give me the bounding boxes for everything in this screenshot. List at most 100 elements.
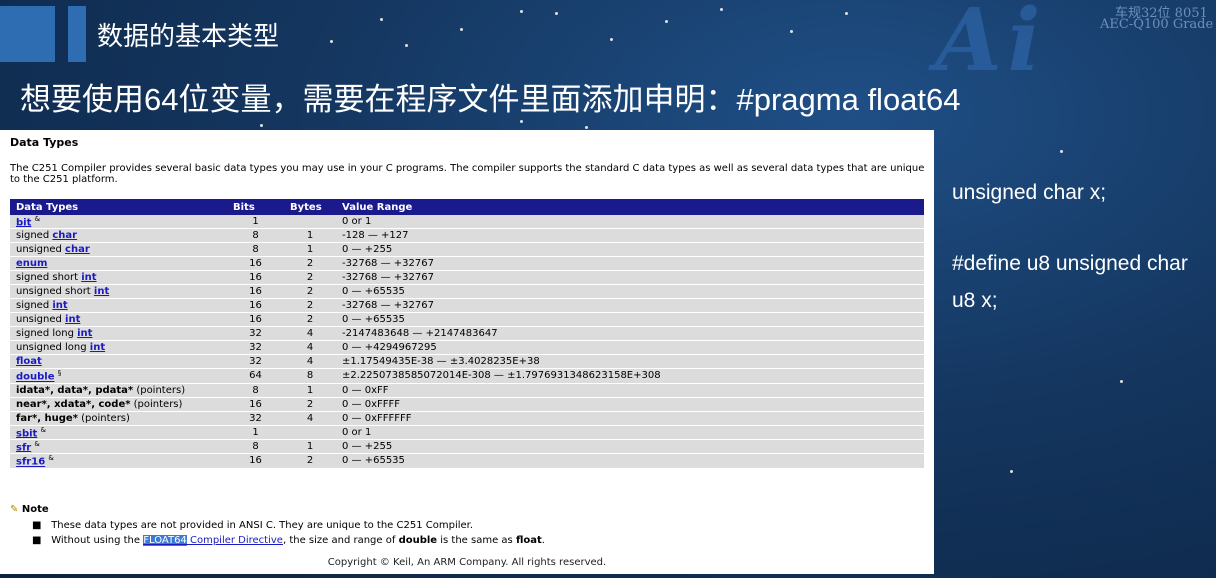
type-prefix: signed short <box>16 272 82 284</box>
type-bold: far*, huge* <box>16 412 78 424</box>
note2-pre: Without using the <box>51 535 144 546</box>
type-link[interactable]: enum <box>16 258 47 269</box>
cell-value-range: 0 — +65535 <box>336 284 924 300</box>
note-icon: ✎ <box>10 504 19 515</box>
cell-bytes <box>284 215 336 230</box>
star-decoration <box>330 40 333 43</box>
cell-bits: 1 <box>227 425 284 440</box>
note2-mid: , the size and range of <box>282 535 399 546</box>
cell-bytes: 8 <box>284 368 336 384</box>
star-decoration <box>1010 470 1013 473</box>
cell-bytes: 4 <box>284 411 336 426</box>
code-line-2: #define u8 unsigned char <box>952 252 1188 275</box>
cell-bytes: 2 <box>284 284 336 300</box>
data-types-table: Data Types Bits Bytes Value Range bit & 1… <box>10 199 924 469</box>
cell-bytes: 2 <box>284 256 336 272</box>
cell-value-range: ±1.17549435E-38 — ±3.4028235E+38 <box>336 354 924 370</box>
star-decoration <box>1120 380 1123 383</box>
type-link[interactable]: int <box>77 328 92 339</box>
table-header-row: Data Types Bits Bytes Value Range <box>10 199 924 215</box>
cell-bits: 16 <box>227 256 284 272</box>
cell-value-range: 0 — 0xFF <box>336 383 924 398</box>
cell-bytes: 1 <box>284 383 336 398</box>
cell-bits: 1 <box>227 215 284 230</box>
cell-data-type: double § <box>10 368 227 384</box>
table-row: signed char 8 1 -128 — +127 <box>10 228 924 244</box>
star-decoration <box>555 12 558 15</box>
cell-value-range: 0 — 0xFFFFFF <box>336 411 924 426</box>
cell-bits: 32 <box>227 411 284 426</box>
note2-float: float <box>515 535 542 546</box>
table-row: unsigned char 8 1 0 — +255 <box>10 242 924 258</box>
type-link[interactable]: int <box>94 286 109 297</box>
col-header-value-range: Value Range <box>336 199 924 215</box>
cell-data-type: unsigned short int <box>10 284 227 300</box>
type-link[interactable]: float <box>16 356 42 367</box>
cell-bytes: 2 <box>284 453 336 469</box>
cell-data-type: enum <box>10 256 227 272</box>
cell-data-type: sbit & <box>10 425 227 440</box>
doc-intro: The C251 Compiler provides several basic… <box>10 163 925 185</box>
float64-directive-link[interactable]: FLOAT64 Compiler Directive <box>143 535 283 546</box>
type-link[interactable]: int <box>52 300 67 311</box>
cell-value-range: -32768 — +32767 <box>336 298 924 314</box>
type-prefix: signed long <box>16 328 78 340</box>
star-decoration <box>845 12 848 15</box>
cell-data-type: idata*, data*, pdata* (pointers) <box>10 383 227 398</box>
table-row: signed short int 16 2 -32768 — +32767 <box>10 270 924 286</box>
cell-value-range: -128 — +127 <box>336 228 924 244</box>
type-link[interactable]: char <box>52 230 77 241</box>
type-link[interactable]: char <box>65 244 90 255</box>
cell-value-range: 0 — +65535 <box>336 312 924 328</box>
footnote-marker: § <box>57 369 62 378</box>
type-suffix: (pointers) <box>130 398 183 410</box>
cell-bits: 32 <box>227 326 284 342</box>
type-link[interactable]: sfr <box>16 442 31 453</box>
cell-value-range: 0 — +65535 <box>336 453 924 469</box>
note2-mid2: is the same as <box>437 535 516 546</box>
type-prefix: unsigned long <box>16 342 90 354</box>
cell-data-type: float <box>10 354 227 370</box>
type-link[interactable]: int <box>81 272 96 283</box>
footnote-marker: & <box>34 439 40 448</box>
cell-bytes: 1 <box>284 439 336 455</box>
type-prefix: unsigned <box>16 314 66 326</box>
doc-title: Data Types <box>10 136 79 149</box>
cell-value-range: 0 — +4294967295 <box>336 340 924 356</box>
bullet-icon: ■ <box>32 535 42 546</box>
type-link[interactable]: int <box>90 342 105 353</box>
col-header-data-types: Data Types <box>10 199 227 215</box>
star-decoration <box>520 10 523 13</box>
bullet-icon: ■ <box>32 520 42 531</box>
cell-data-type: sfr & <box>10 439 227 455</box>
table-row: unsigned int 16 2 0 — +65535 <box>10 312 924 328</box>
cell-data-type: signed short int <box>10 270 227 286</box>
star-decoration <box>460 28 463 31</box>
note-text-1: These data types are not provided in ANS… <box>51 520 474 531</box>
star-decoration <box>1060 150 1063 153</box>
star-decoration <box>720 8 723 11</box>
cell-value-range: -2147483648 — +2147483647 <box>336 326 924 342</box>
cell-bits: 32 <box>227 354 284 370</box>
cell-bits: 8 <box>227 383 284 398</box>
star-decoration <box>405 44 408 47</box>
cell-value-range: 0 or 1 <box>336 425 924 440</box>
type-link[interactable]: sfr16 <box>16 457 45 468</box>
cell-data-type: bit & <box>10 215 227 230</box>
star-decoration <box>610 38 613 41</box>
list-item: ■ Without using the FLOAT64 Compiler Dir… <box>32 533 545 548</box>
note-title: Note <box>21 504 49 515</box>
cell-data-type: signed char <box>10 228 227 244</box>
logo: Ai 车规32位 8051 AEC-Q100 Grade <box>925 0 1216 91</box>
cell-bits: 16 <box>227 312 284 328</box>
cell-value-range: -32768 — +32767 <box>336 256 924 272</box>
type-link[interactable]: sbit <box>16 428 37 439</box>
cell-data-type: far*, huge* (pointers) <box>10 411 227 426</box>
footnote-marker: & <box>48 454 54 463</box>
footnote-marker: & <box>40 425 46 434</box>
table-row: float 32 4 ±1.17549435E-38 — ±3.4028235E+38 <box>10 354 924 370</box>
type-link[interactable]: int <box>65 314 80 325</box>
cell-data-type: signed long int <box>10 326 227 342</box>
type-link[interactable]: bit <box>16 217 31 228</box>
type-link[interactable]: double <box>16 372 55 383</box>
